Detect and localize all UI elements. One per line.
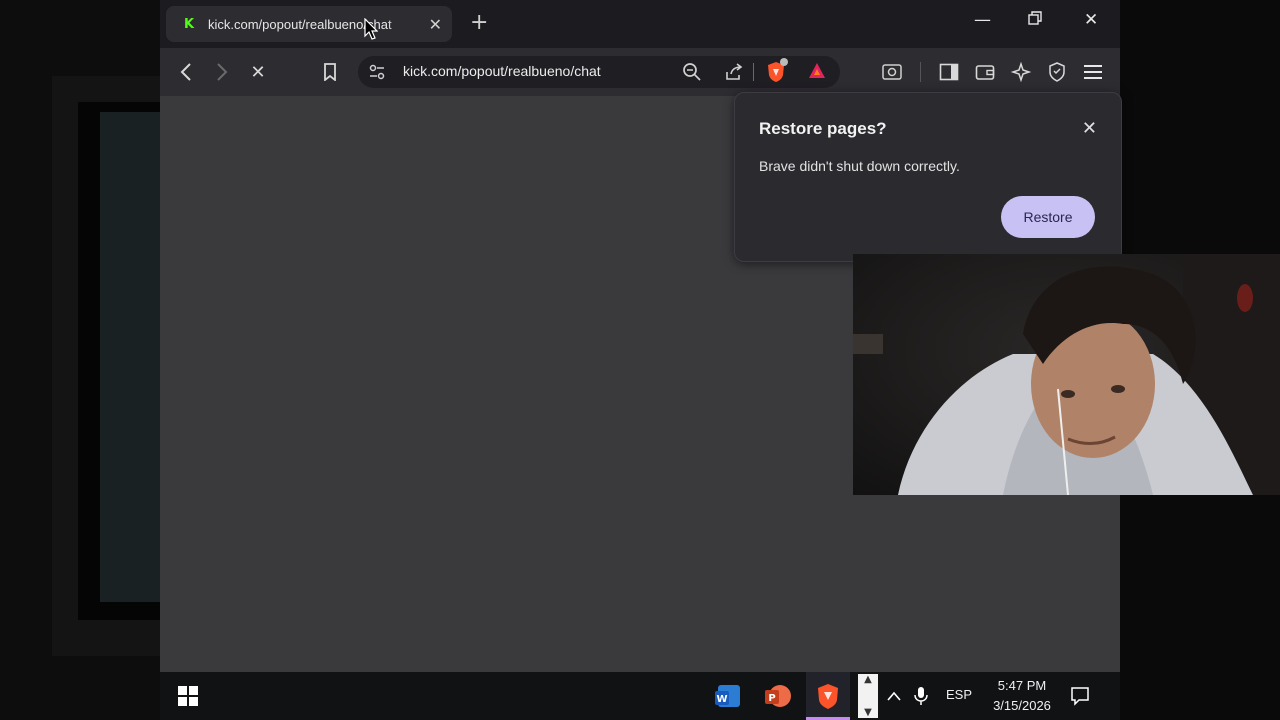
brave-taskbar-icon[interactable] — [806, 672, 850, 720]
forward-icon[interactable] — [210, 60, 234, 84]
desktop-background-left — [0, 0, 160, 720]
scroll-arrows[interactable]: ▲ ▼ — [858, 674, 878, 718]
tab-close-icon[interactable]: ✕ — [429, 15, 442, 34]
scroll-down-icon[interactable]: ▼ — [864, 707, 872, 718]
browser-toolbar: ✕ kick.com/popout/realbueno/chat — [160, 48, 1120, 96]
minimize-icon[interactable]: — — [974, 10, 991, 30]
mouse-cursor-icon — [364, 18, 378, 40]
url-text[interactable]: kick.com/popout/realbueno/chat — [403, 63, 601, 79]
tab-title: kick.com/popout/realbueno/chat — [208, 16, 392, 32]
microphone-icon[interactable] — [905, 680, 937, 712]
close-window-icon[interactable]: ✕ — [1084, 10, 1098, 30]
stop-loading-icon[interactable]: ✕ — [246, 60, 270, 84]
new-tab-icon[interactable]: + — [470, 10, 488, 35]
tab-strip: K kick.com/popout/realbueno/chat ✕ + — ✕ — [160, 0, 1120, 48]
dialog-title: Restore pages? — [759, 119, 887, 138]
clock-date: 3/15/2026 — [993, 698, 1051, 713]
back-icon[interactable] — [174, 60, 198, 84]
dialog-message: Brave didn't shut down correctly. — [759, 158, 960, 174]
powerpoint-app-icon[interactable]: P — [762, 680, 794, 712]
leo-ai-icon[interactable] — [1009, 60, 1033, 84]
restore-button[interactable]: Restore — [1001, 196, 1095, 238]
restore-window-icon[interactable] — [1028, 10, 1042, 30]
language-indicator[interactable]: ESP — [946, 687, 972, 702]
sidebar-icon[interactable] — [937, 60, 961, 84]
zoom-icon[interactable] — [682, 62, 702, 86]
word-app-icon[interactable]: W — [712, 680, 744, 712]
separator — [920, 62, 921, 82]
kick-favicon-icon: K — [183, 16, 195, 32]
site-settings-icon[interactable] — [368, 63, 386, 85]
scroll-up-icon[interactable]: ▲ — [864, 674, 872, 685]
address-bar[interactable]: kick.com/popout/realbueno/chat — [358, 56, 840, 88]
webcam-overlay — [853, 254, 1280, 495]
background-frame — [100, 112, 160, 602]
system-clock[interactable]: 5:47 PM 3/15/2026 — [980, 676, 1064, 716]
webcam-person-image — [853, 254, 1280, 495]
bookmark-icon[interactable] — [318, 60, 342, 84]
share-icon[interactable] — [724, 62, 744, 86]
notifications-icon[interactable] — [1064, 680, 1096, 712]
svg-text:P: P — [768, 693, 775, 704]
windows-start-icon[interactable] — [172, 680, 204, 712]
screenshot-icon[interactable] — [880, 60, 904, 84]
restore-pages-dialog: Restore pages? Brave didn't shut down co… — [734, 92, 1122, 262]
svg-text:W: W — [716, 694, 727, 705]
separator — [753, 63, 754, 81]
windows-taskbar: W P ▲ ▼ ESP 5:47 PM 3/15/2026 — [160, 672, 1120, 720]
vpn-shield-icon[interactable] — [1045, 60, 1069, 84]
tab-kick-chat[interactable]: K kick.com/popout/realbueno/chat ✕ — [166, 6, 452, 42]
brave-rewards-icon[interactable] — [808, 62, 826, 84]
wallet-icon[interactable] — [973, 60, 997, 84]
shields-badge — [780, 58, 788, 66]
clock-time: 5:47 PM — [997, 678, 1047, 693]
close-icon[interactable]: ✕ — [1082, 118, 1097, 139]
main-menu-icon[interactable] — [1081, 60, 1105, 84]
